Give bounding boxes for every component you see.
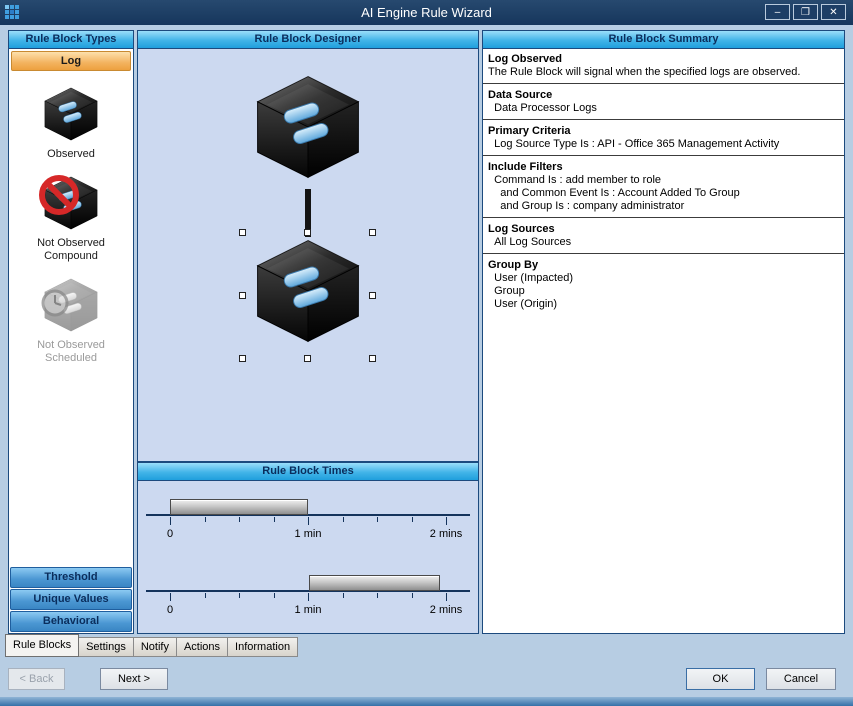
- unique-values-button[interactable]: Unique Values: [10, 589, 132, 610]
- summary-section-title: Log Observed: [488, 53, 839, 66]
- rule-block-node-2-selected[interactable]: [252, 235, 364, 347]
- tick-label: 1 min: [295, 604, 322, 616]
- selection-handle[interactable]: [369, 229, 376, 236]
- summary-separator: [483, 217, 844, 218]
- not-observed-scheduled-icon: [42, 276, 100, 334]
- back-button[interactable]: < Back: [8, 668, 65, 690]
- tick-label: 2 mins: [430, 604, 462, 616]
- tick-label: 1 min: [295, 528, 322, 540]
- rule-block-summary-body: Log Observed The Rule Block will signal …: [483, 49, 844, 633]
- rule-block-designer-panel: Rule Block Designer Rule Block Times 0 1…: [137, 30, 479, 634]
- tab-notify[interactable]: Notify: [134, 637, 177, 657]
- tick-label: 0: [167, 604, 173, 616]
- summary-line: All Log Sources: [488, 236, 839, 249]
- wizard-tabs: Rule Blocks Settings Notify Actions Info…: [5, 636, 298, 657]
- slider-range-handle[interactable]: [309, 575, 440, 591]
- tab-actions[interactable]: Actions: [177, 637, 228, 657]
- summary-line: and Group Is : company administrator: [488, 200, 839, 213]
- log-type-button[interactable]: Log: [11, 51, 131, 71]
- minimize-button[interactable]: –: [765, 4, 790, 20]
- summary-section-title: Data Source: [488, 89, 839, 102]
- slider-labels: 0 1 min 2 mins: [170, 604, 446, 618]
- behavioral-button[interactable]: Behavioral: [10, 611, 132, 632]
- time-slider-1: 0 1 min 2 mins: [146, 497, 470, 557]
- type-item-observed[interactable]: Observed: [15, 85, 127, 161]
- not-observed-compound-icon: [42, 174, 100, 232]
- selection-handle[interactable]: [369, 292, 376, 299]
- type-item-label: Observed: [15, 148, 127, 161]
- summary-line: Log Source Type Is : API - Office 365 Ma…: [488, 138, 839, 151]
- window-controls: – ❐ ✕: [765, 4, 846, 20]
- designer-canvas[interactable]: [138, 49, 478, 462]
- summary-section-title: Group By: [488, 259, 839, 272]
- cancel-button[interactable]: Cancel: [766, 668, 836, 690]
- tab-rule-blocks[interactable]: Rule Blocks: [5, 634, 79, 657]
- tick-label: 2 mins: [430, 528, 462, 540]
- threshold-button[interactable]: Threshold: [10, 567, 132, 588]
- time-slider-2: 0 1 min 2 mins: [146, 573, 470, 633]
- selection-handle[interactable]: [369, 355, 376, 362]
- summary-line: and Common Event Is : Account Added To G…: [488, 187, 839, 200]
- summary-line: Data Processor Logs: [488, 102, 839, 115]
- rule-block-node-1[interactable]: [252, 71, 364, 183]
- selection-handle[interactable]: [304, 229, 311, 236]
- window-bottom-edge: [0, 697, 853, 706]
- summary-line: User (Impacted): [488, 272, 839, 285]
- rule-block-times-header: Rule Block Times: [138, 462, 478, 481]
- slider-ticks: [170, 593, 446, 603]
- window-title: AI Engine Rule Wizard: [0, 0, 853, 25]
- selection-handle[interactable]: [239, 292, 246, 299]
- rule-block-types-header: Rule Block Types: [9, 31, 133, 49]
- rule-block-type-category-buttons: Threshold Unique Values Behavioral: [9, 566, 133, 633]
- rule-block-types-panel: Rule Block Types Log Observed Not Observ…: [8, 30, 134, 634]
- type-item-not-observed-scheduled[interactable]: Not Observed Scheduled: [15, 276, 127, 365]
- type-item-label: Not Observed Compound: [15, 237, 127, 263]
- summary-separator: [483, 253, 844, 254]
- close-button[interactable]: ✕: [821, 4, 846, 20]
- clock-icon: [38, 286, 72, 320]
- tab-information[interactable]: Information: [228, 637, 298, 657]
- observed-cube-icon: [42, 85, 100, 143]
- summary-section-title: Include Filters: [488, 161, 839, 174]
- selection-handle[interactable]: [239, 229, 246, 236]
- next-button[interactable]: Next >: [100, 668, 168, 690]
- ok-button[interactable]: OK: [686, 668, 755, 690]
- slider-range-handle[interactable]: [170, 499, 308, 515]
- rule-block-summary-header: Rule Block Summary: [483, 31, 844, 49]
- rule-block-designer-header: Rule Block Designer: [138, 31, 478, 49]
- slider-labels: 0 1 min 2 mins: [170, 528, 446, 542]
- prohibition-icon: [36, 172, 82, 218]
- summary-separator: [483, 155, 844, 156]
- tab-settings[interactable]: Settings: [79, 637, 134, 657]
- summary-line: Command Is : add member to role: [488, 174, 839, 187]
- titlebar[interactable]: AI Engine Rule Wizard – ❐ ✕: [0, 0, 853, 25]
- rule-block-type-list: Observed Not Observed Compound: [9, 73, 133, 566]
- tick-label: 0: [167, 528, 173, 540]
- maximize-button[interactable]: ❐: [793, 4, 818, 20]
- type-item-not-observed-compound[interactable]: Not Observed Compound: [15, 174, 127, 263]
- rule-block-summary-panel: Rule Block Summary Log Observed The Rule…: [482, 30, 845, 634]
- selection-handle[interactable]: [239, 355, 246, 362]
- selection-handle[interactable]: [304, 355, 311, 362]
- summary-section-title: Log Sources: [488, 223, 839, 236]
- type-item-label: Not Observed Scheduled: [15, 339, 127, 365]
- summary-separator: [483, 83, 844, 84]
- summary-line: User (Origin): [488, 298, 839, 311]
- summary-line: Group: [488, 285, 839, 298]
- rule-block-times-area: 0 1 min 2 mins 0 1 min 2 mins: [138, 481, 478, 633]
- summary-line: The Rule Block will signal when the spec…: [488, 66, 839, 79]
- summary-section-title: Primary Criteria: [488, 125, 839, 138]
- summary-separator: [483, 119, 844, 120]
- slider-ticks: [170, 517, 446, 527]
